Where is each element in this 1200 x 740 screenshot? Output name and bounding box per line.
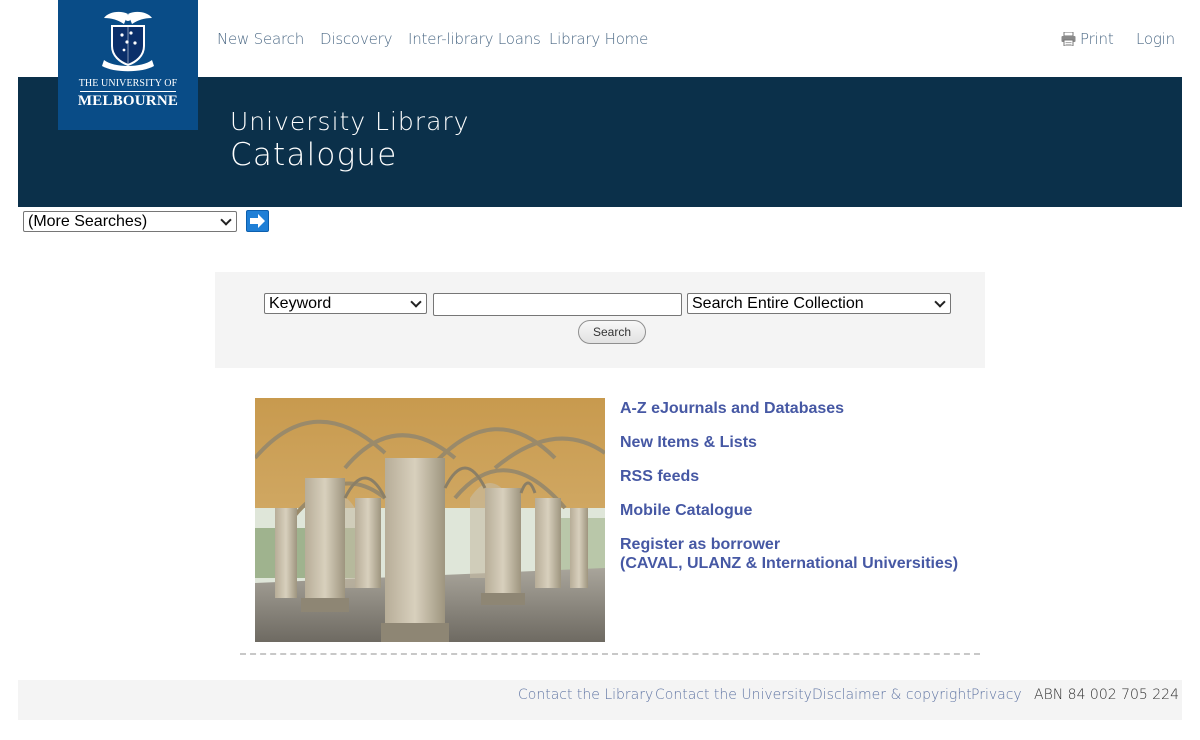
search-field-selected: Keyword (269, 294, 332, 312)
footer-contact-university[interactable]: Contact the University (655, 687, 812, 703)
logo-divider (80, 91, 176, 92)
go-button[interactable] (246, 210, 269, 232)
footer: Contact the Library Contact the Universi… (18, 680, 1182, 720)
nav-new-search[interactable]: New Search (217, 30, 304, 48)
printer-icon (1061, 31, 1076, 47)
nav-inter-library-loans[interactable]: Inter-library Loans (408, 30, 541, 48)
search-panel: Keyword Search Entire Collection Search (215, 272, 985, 368)
university-logo[interactable]: THE UNIVERSITY OF MELBOURNE (58, 0, 198, 130)
footer-abn: ABN 84 002 705 224 (1034, 687, 1179, 703)
footer-disclaimer[interactable]: Disclaimer & copyright (812, 687, 972, 703)
link-rss-feeds[interactable]: RSS feeds (620, 468, 699, 486)
divider (240, 653, 980, 655)
search-button[interactable]: Search (578, 320, 646, 344)
nav-discovery[interactable]: Discovery (320, 30, 393, 48)
crest-icon (102, 11, 154, 72)
cloisters-photo (255, 398, 605, 642)
logo-text-line1: THE UNIVERSITY OF (78, 78, 178, 89)
footer-contact-library[interactable]: Contact the Library (518, 687, 653, 703)
link-register-borrower-detail[interactable]: (CAVAL, ULANZ & International Universiti… (620, 555, 958, 573)
chevron-down-icon (934, 295, 946, 308)
page-title: Catalogue (230, 137, 398, 173)
link-az-ejournals[interactable]: A-Z eJournals and Databases (620, 400, 844, 418)
link-new-items[interactable]: New Items & Lists (620, 434, 757, 452)
print-link[interactable]: Print (1061, 30, 1114, 48)
logo-text-line2: MELBOURNE (77, 93, 179, 109)
chevron-down-icon (410, 295, 422, 308)
footer-privacy[interactable]: Privacy (971, 687, 1022, 703)
banner-subtitle: University Library (230, 107, 470, 136)
arrow-right-icon (250, 214, 265, 228)
collection-selected: Search Entire Collection (692, 294, 864, 312)
nav-login[interactable]: Login (1136, 30, 1175, 48)
link-register-borrower[interactable]: Register as borrower (620, 536, 780, 554)
collection-select[interactable]: Search Entire Collection (687, 293, 951, 314)
link-mobile-catalogue[interactable]: Mobile Catalogue (620, 502, 752, 520)
chevron-down-icon (220, 213, 232, 226)
search-input[interactable] (433, 293, 682, 316)
search-field-select[interactable]: Keyword (264, 293, 427, 314)
nav-library-home[interactable]: Library Home (549, 30, 648, 48)
more-searches-selected: (More Searches) (28, 212, 148, 230)
print-label: Print (1080, 30, 1114, 48)
more-searches-select[interactable]: (More Searches) (23, 211, 237, 232)
